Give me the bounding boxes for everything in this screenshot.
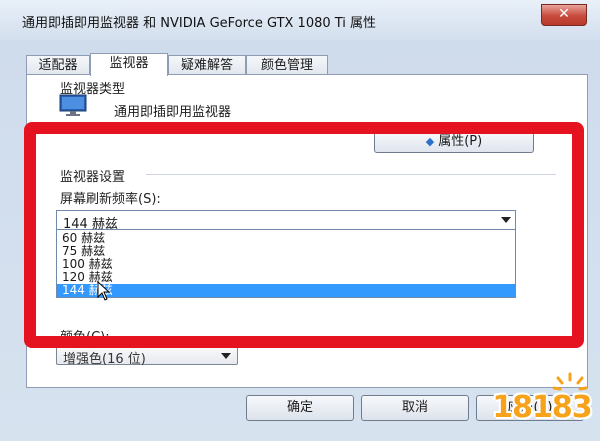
- colors-value: 增强色(16 位): [63, 352, 146, 367]
- tab-troubleshoot[interactable]: 疑难解答: [168, 55, 246, 75]
- tab-color-management[interactable]: 颜色管理: [246, 55, 328, 75]
- close-icon: ✕: [558, 6, 570, 22]
- window-title: 通用即插即用监视器 和 NVIDIA GeForce GTX 1080 Ti 属…: [22, 16, 377, 31]
- highlight-annotation-frame: [24, 122, 584, 348]
- tab-monitor[interactable]: 监视器: [90, 53, 168, 76]
- title-bar[interactable]: 通用即插即用监视器 和 NVIDIA GeForce GTX 1080 Ti 属…: [0, 0, 600, 40]
- watermark-text: 18183: [492, 390, 592, 425]
- monitor-icon: [59, 94, 87, 116]
- colors-select[interactable]: 增强色(16 位): [56, 345, 238, 367]
- tab-adapter[interactable]: 适配器: [26, 55, 90, 75]
- ok-button[interactable]: 确定: [246, 395, 354, 421]
- properties-dialog: 通用即插即用监视器 和 NVIDIA GeForce GTX 1080 Ti 属…: [0, 0, 600, 441]
- cancel-button[interactable]: 取消: [361, 395, 469, 421]
- chevron-down-icon[interactable]: [221, 353, 231, 359]
- close-button[interactable]: ✕: [541, 4, 587, 26]
- monitor-name: 通用即插即用监视器: [114, 105, 232, 120]
- watermark-logo: 18183: [490, 372, 594, 432]
